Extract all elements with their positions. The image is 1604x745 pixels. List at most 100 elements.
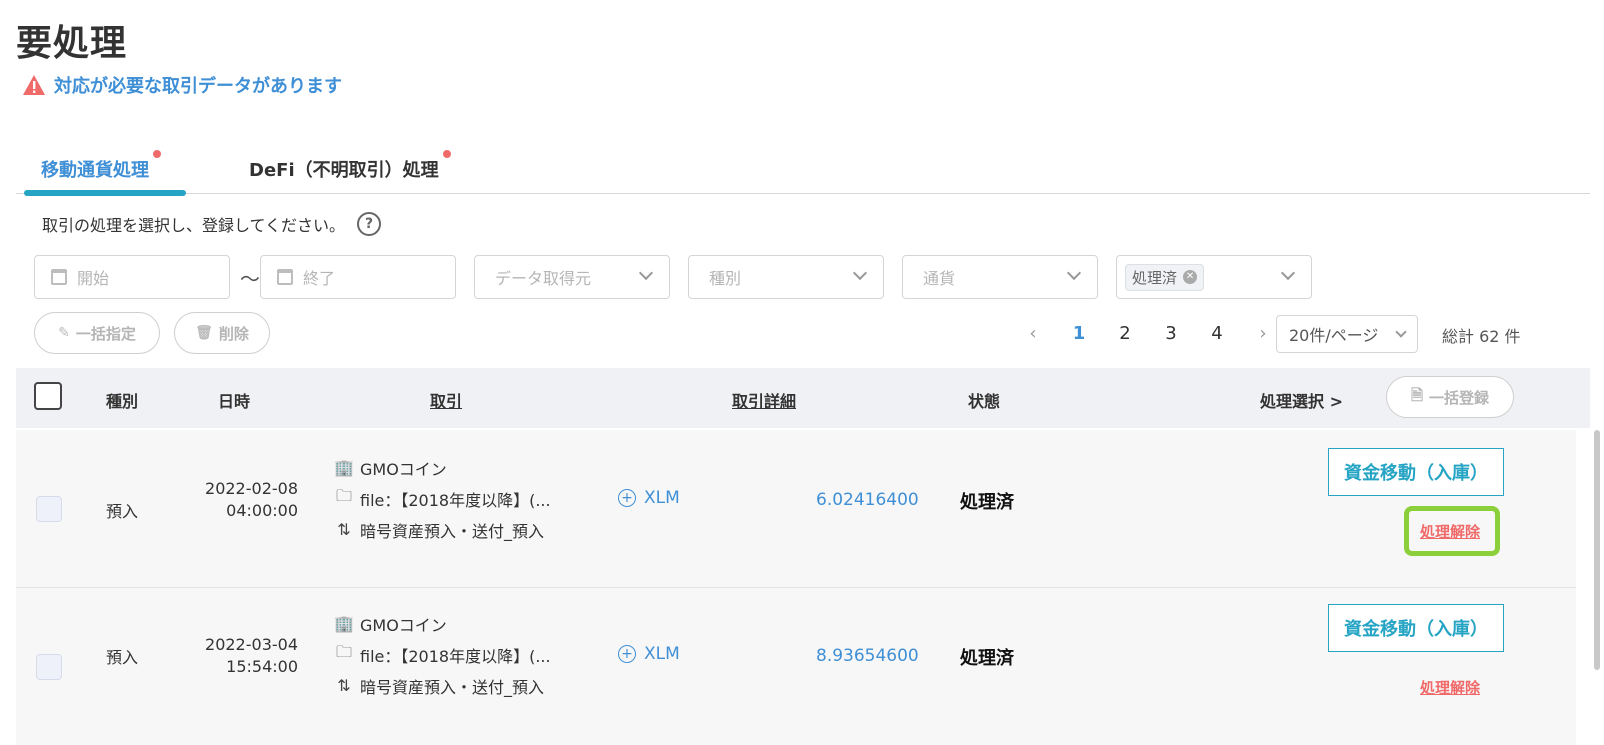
row-amount: 6.02416400 bbox=[816, 490, 919, 510]
fund-transfer-in-button[interactable]: 資金移動（入庫） bbox=[1328, 448, 1504, 496]
alert-text: 対応が必要な取引データがあります bbox=[54, 76, 342, 97]
row-checkbox[interactable] bbox=[36, 496, 62, 522]
row-currency-code: XLM bbox=[644, 644, 680, 664]
help-icon[interactable]: ? bbox=[357, 212, 382, 236]
status-tag-label: 処理済 bbox=[1132, 268, 1178, 287]
header-status: 状態 bbox=[968, 392, 1001, 411]
folder-icon: 🗀 bbox=[335, 486, 352, 505]
table-row: 預入 2022-02-08 04:00:00 🏢 GMOコイン 🗀 file：【20… bbox=[16, 430, 1576, 588]
currency-placeholder: 通貨 bbox=[923, 269, 956, 288]
alert-banner: 対応が必要な取引データがあります bbox=[22, 72, 342, 98]
page-4[interactable]: 4 bbox=[1194, 323, 1240, 344]
start-date-input[interactable]: 開始 bbox=[34, 255, 230, 299]
page-3[interactable]: 3 bbox=[1148, 323, 1194, 344]
instruction-text: 取引の処理を選択し、登録してください。 bbox=[42, 216, 346, 235]
row-datetime: 2022-02-08 04:00:00 bbox=[188, 478, 298, 522]
instruction: 取引の処理を選択し、登録してください。 ? bbox=[42, 212, 382, 236]
delete-label: 削除 bbox=[218, 324, 249, 343]
chevron-down-icon bbox=[638, 265, 654, 281]
row-type: 預入 bbox=[106, 502, 139, 521]
type-select[interactable]: 種別 bbox=[688, 255, 884, 299]
page-title: 要処理 bbox=[16, 23, 128, 64]
chevron-down-icon bbox=[1395, 326, 1407, 338]
row-status: 処理済 bbox=[960, 648, 1014, 669]
trash-icon: 🗑 bbox=[195, 325, 213, 341]
row-currency: + XLM bbox=[618, 644, 680, 664]
page-1[interactable]: 1 bbox=[1056, 323, 1102, 344]
fund-transfer-in-button[interactable]: 資金移動（入庫） bbox=[1328, 604, 1504, 652]
row-amount: 8.93654600 bbox=[816, 646, 919, 666]
pagination: ‹ 1 2 3 4 › bbox=[1010, 314, 1286, 352]
folder-icon: 🗀 bbox=[335, 642, 352, 661]
page-size-value: 20件/ページ bbox=[1289, 326, 1379, 345]
currency-select[interactable]: 通貨 bbox=[902, 255, 1098, 299]
end-date-input[interactable]: 終了 bbox=[260, 255, 456, 299]
edit-icon: ✎ bbox=[58, 325, 70, 341]
plus-circle-icon: + bbox=[618, 645, 636, 663]
end-date-placeholder: 終了 bbox=[303, 269, 336, 288]
select-all-checkbox[interactable] bbox=[34, 382, 62, 410]
header-transaction[interactable]: 取引 bbox=[430, 388, 462, 412]
table-row: 預入 2022-03-04 15:54:00 🏢 GMOコイン 🗀 file：【20… bbox=[16, 588, 1576, 745]
row-datetime: 2022-03-04 15:54:00 bbox=[188, 634, 298, 678]
delete-button[interactable]: 🗑 削除 bbox=[174, 312, 270, 354]
transfer-icon: ⇅ bbox=[337, 676, 351, 695]
row-currency: + XLM bbox=[618, 488, 680, 508]
row-kind: 暗号資産預入・送付_預入 bbox=[360, 677, 545, 697]
row-file: file：【2018年度以降】(... bbox=[360, 490, 551, 510]
notification-dot bbox=[153, 150, 161, 158]
total-count: 総計 62 件 bbox=[1442, 327, 1521, 346]
vertical-scrollbar[interactable] bbox=[1594, 430, 1600, 670]
bulk-register-label: 一括登録 bbox=[1429, 388, 1490, 407]
row-transaction: 🏢 GMOコイン 🗀 file：【2018年度以降】(... ⇅ 暗号資産預入・送付_… bbox=[334, 452, 551, 545]
start-date-placeholder: 開始 bbox=[77, 269, 110, 288]
data-source-select[interactable]: データ取得元 bbox=[474, 255, 670, 299]
row-exchange: GMOコイン bbox=[360, 459, 447, 479]
table-header: 種別 日時 取引 取引詳細 状態 処理選択 > 🗎 一括登録 bbox=[16, 368, 1590, 428]
document-icon: 🗎 bbox=[1410, 385, 1424, 404]
status-select[interactable]: 処理済 ✕ bbox=[1116, 255, 1312, 299]
bulk-register-button[interactable]: 🗎 一括登録 bbox=[1386, 376, 1514, 418]
row-file: file：【2018年度以降】(... bbox=[360, 646, 551, 666]
data-source-placeholder: データ取得元 bbox=[495, 269, 592, 288]
header-detail[interactable]: 取引詳細 bbox=[732, 388, 796, 412]
building-icon: 🏢 bbox=[334, 614, 354, 633]
warning-icon bbox=[22, 74, 46, 96]
date-separator: 〜 bbox=[240, 267, 260, 291]
row-checkbox[interactable] bbox=[36, 654, 62, 680]
page-size-select[interactable]: 20件/ページ bbox=[1276, 315, 1418, 353]
bulk-assign-label: 一括指定 bbox=[75, 324, 136, 343]
tab-label: 移動通貨処理 bbox=[41, 160, 149, 181]
row-time: 15:54:00 bbox=[226, 657, 298, 676]
transfer-icon: ⇅ bbox=[337, 520, 351, 539]
row-date: 2022-03-04 bbox=[205, 635, 298, 654]
status-tag: 処理済 ✕ bbox=[1125, 263, 1205, 291]
row-exchange: GMOコイン bbox=[360, 615, 447, 635]
row-date: 2022-02-08 bbox=[205, 479, 298, 498]
chevron-left-icon[interactable]: ‹ bbox=[1010, 323, 1056, 344]
chevron-down-icon bbox=[852, 265, 868, 281]
active-tab-indicator bbox=[24, 190, 186, 196]
tab-bar: 移動通貨処理 DeFi（不明取引）処理 bbox=[16, 140, 1590, 196]
calendar-icon bbox=[51, 269, 67, 285]
tab-defi[interactable]: DeFi（不明取引）処理 bbox=[249, 150, 451, 182]
row-currency-code: XLM bbox=[644, 488, 680, 508]
row-status: 処理済 bbox=[960, 492, 1014, 513]
tab-transfer-currency[interactable]: 移動通貨処理 bbox=[41, 150, 161, 182]
plus-circle-icon: + bbox=[618, 489, 636, 507]
type-placeholder: 種別 bbox=[709, 269, 742, 288]
tab-label: DeFi（不明取引）処理 bbox=[249, 160, 439, 181]
row-type: 預入 bbox=[106, 648, 139, 667]
row-time: 04:00:00 bbox=[226, 501, 298, 520]
bulk-assign-button[interactable]: ✎ 一括指定 bbox=[34, 312, 160, 354]
chevron-down-icon bbox=[1280, 265, 1296, 281]
row-transaction: 🏢 GMOコイン 🗀 file：【2018年度以降】(... ⇅ 暗号資産預入・送付_… bbox=[334, 608, 551, 701]
header-datetime: 日時 bbox=[218, 392, 251, 411]
page-2[interactable]: 2 bbox=[1102, 323, 1148, 344]
notification-dot bbox=[442, 150, 451, 158]
unlink-process-link[interactable]: 処理解除 bbox=[1420, 677, 1480, 698]
header-action: 処理選択 > bbox=[1260, 392, 1343, 411]
chevron-down-icon bbox=[1066, 265, 1082, 281]
unlink-process-link[interactable]: 処理解除 bbox=[1420, 521, 1480, 542]
close-icon[interactable]: ✕ bbox=[1183, 270, 1198, 284]
